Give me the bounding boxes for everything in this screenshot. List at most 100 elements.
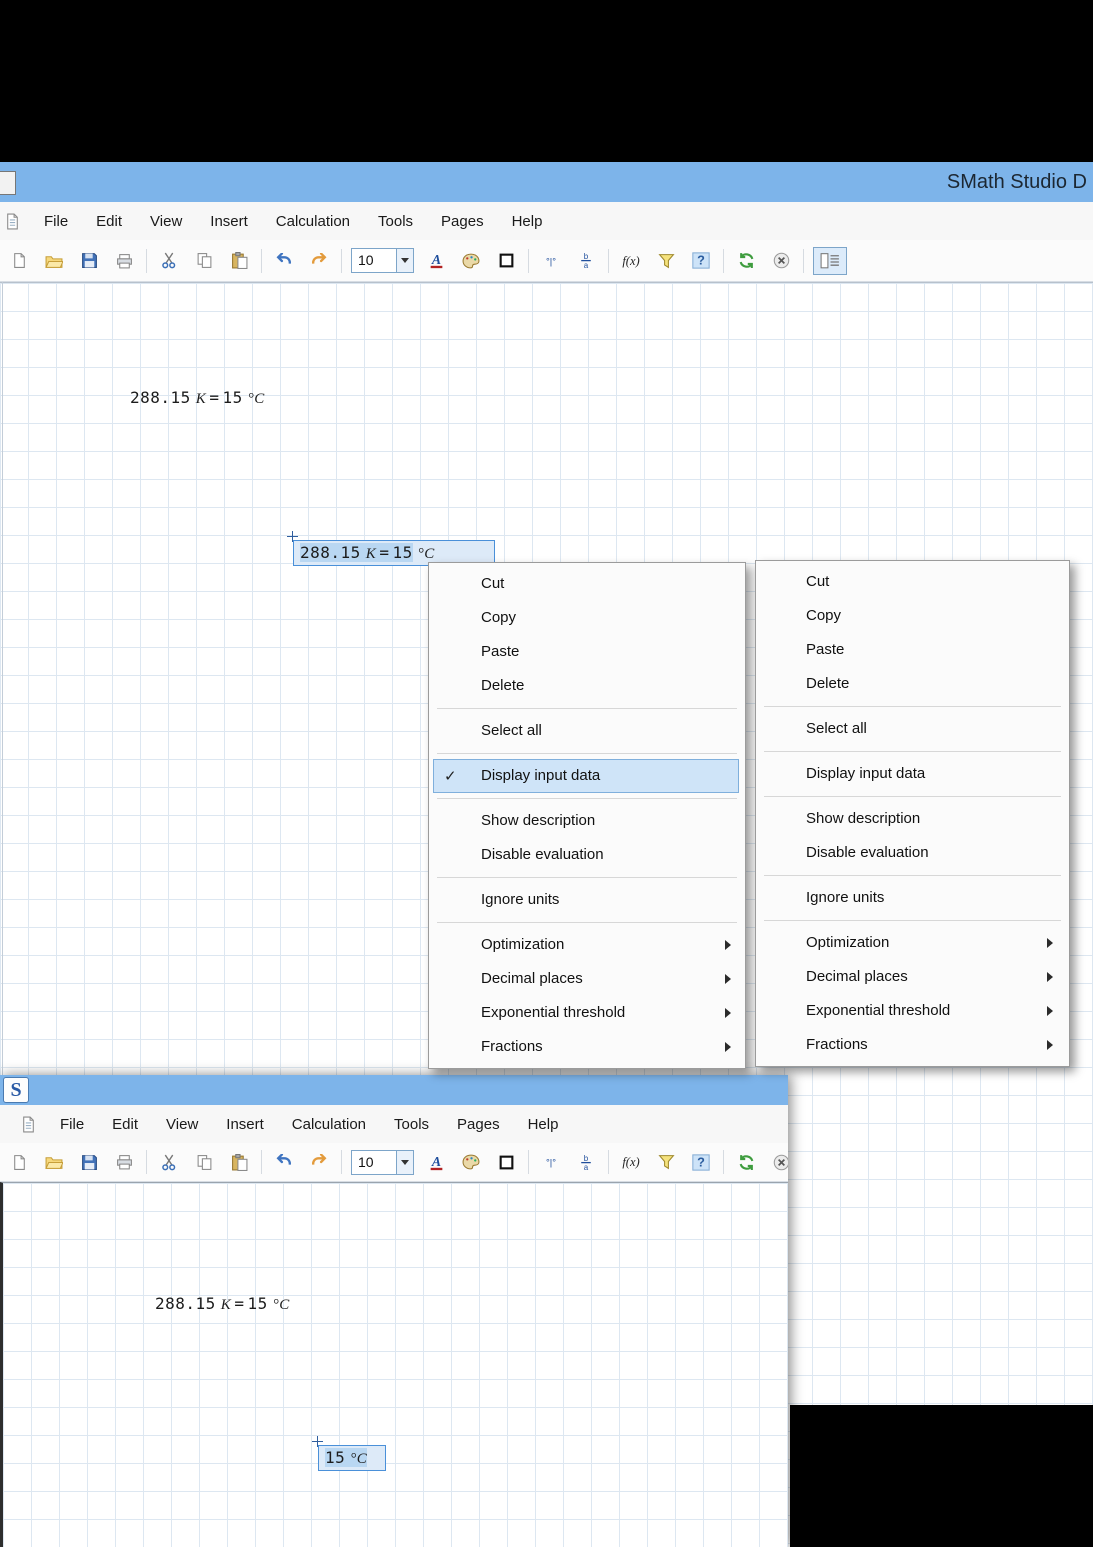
help-icon[interactable]: ? xyxy=(688,249,714,273)
units-icon[interactable]: °|° xyxy=(538,249,564,273)
menubar-item-tools[interactable]: Tools xyxy=(380,1116,443,1133)
menubar-item-file[interactable]: File xyxy=(30,213,82,230)
context-menu-item-paste[interactable]: Paste xyxy=(756,633,1069,667)
filter-icon[interactable] xyxy=(653,1150,679,1174)
context-menu-item-delete[interactable]: Delete xyxy=(756,667,1069,701)
menubar-item-edit[interactable]: Edit xyxy=(98,1116,152,1133)
paste-icon[interactable] xyxy=(226,1150,252,1174)
menubar-item-calculation[interactable]: Calculation xyxy=(262,213,364,230)
menubar-item-help[interactable]: Help xyxy=(514,1116,573,1133)
menubar-item-insert[interactable]: Insert xyxy=(196,213,262,230)
context-menu-item-exponential-threshold[interactable]: Exponential threshold xyxy=(756,994,1069,1028)
expression-result-unit: °C xyxy=(272,1297,290,1313)
copy-icon[interactable] xyxy=(191,1150,217,1174)
context-menu-item-fractions[interactable]: Fractions xyxy=(756,1028,1069,1062)
border-icon[interactable] xyxy=(493,249,519,273)
open-icon[interactable] xyxy=(41,249,67,273)
context-menu-item-show-description[interactable]: Show description xyxy=(429,804,745,838)
menubar-item-edit[interactable]: Edit xyxy=(82,213,136,230)
save-icon[interactable] xyxy=(76,249,102,273)
menubar-item-pages[interactable]: Pages xyxy=(443,1116,514,1133)
context-menu-item-select-all[interactable]: Select all xyxy=(429,714,745,748)
help-icon[interactable]: ? xyxy=(688,1150,714,1174)
redo-icon[interactable] xyxy=(306,1150,332,1174)
context-menu-item-delete[interactable]: Delete xyxy=(429,669,745,703)
cancel-icon[interactable] xyxy=(768,1150,788,1174)
fontcolor-icon[interactable]: A xyxy=(423,249,449,273)
filter-icon[interactable] xyxy=(653,249,679,273)
context-menu-item-copy[interactable]: Copy xyxy=(429,601,745,635)
font-size-value[interactable]: 10 xyxy=(351,248,397,273)
context-menu-item-optimization[interactable]: Optimization xyxy=(429,928,745,962)
secondary-window[interactable]: S File Edit View Insert Calculation Tools Page… xyxy=(0,1075,788,1547)
secondary-worksheet-canvas[interactable] xyxy=(0,1182,788,1547)
context-menu-item-label: Display input data xyxy=(481,767,601,784)
context-menu-item-paste[interactable]: Paste xyxy=(429,635,745,669)
menubar-item-insert[interactable]: Insert xyxy=(212,1116,278,1133)
fx-icon[interactable]: f(x) xyxy=(618,249,644,273)
context-menu-item-ignore-units[interactable]: Ignore units xyxy=(429,883,745,917)
context-menu-item-disable-evaluation[interactable]: Disable evaluation xyxy=(756,836,1069,870)
context-menu-item-fractions[interactable]: Fractions xyxy=(429,1030,745,1064)
secondary-window-titlebar[interactable]: S xyxy=(0,1075,788,1105)
checkmark-icon: ✓ xyxy=(444,767,457,785)
math-expression[interactable]: 288.15 K = 15 °C xyxy=(130,388,265,408)
refresh-icon[interactable] xyxy=(733,249,759,273)
new-icon[interactable] xyxy=(6,249,32,273)
menubar-item-tools[interactable]: Tools xyxy=(364,213,427,230)
border-icon[interactable] xyxy=(493,1150,519,1174)
font-size-value[interactable]: 10 xyxy=(351,1149,397,1175)
menubar-item-file[interactable]: File xyxy=(46,1116,98,1133)
context-menu-item-display-input-data[interactable]: Display input data xyxy=(756,757,1069,791)
context-menu-item-optimization[interactable]: Optimization xyxy=(756,926,1069,960)
font-size-combo[interactable]: 10 xyxy=(351,248,414,273)
paste-icon[interactable] xyxy=(226,249,252,273)
fraction-icon[interactable]: ba xyxy=(573,249,599,273)
context-menu-item-ignore-units[interactable]: Ignore units xyxy=(756,881,1069,915)
palette-icon[interactable] xyxy=(458,249,484,273)
context-menu-item-decimal-places[interactable]: Decimal places xyxy=(429,962,745,996)
units-icon[interactable]: °|° xyxy=(538,1150,564,1174)
fx-icon[interactable]: f(x) xyxy=(618,1150,644,1174)
cut-icon[interactable] xyxy=(156,249,182,273)
cancel-icon[interactable] xyxy=(768,249,794,273)
expression-value: 288.15 xyxy=(300,543,361,562)
context-menu-item-copy[interactable]: Copy xyxy=(756,599,1069,633)
undo-icon[interactable] xyxy=(271,1150,297,1174)
print-icon[interactable] xyxy=(111,249,137,273)
context-menu-item-select-all[interactable]: Select all xyxy=(756,712,1069,746)
font-size-combo[interactable]: 10 xyxy=(351,1149,414,1175)
menubar-item-pages[interactable]: Pages xyxy=(427,213,498,230)
main-window-titlebar[interactable]: SMath Studio D xyxy=(0,162,1093,202)
palette-icon[interactable] xyxy=(458,1150,484,1174)
selected-math-region[interactable]: 15 °C xyxy=(312,1436,386,1471)
cut-icon[interactable] xyxy=(156,1150,182,1174)
fraction-icon[interactable]: ba xyxy=(573,1150,599,1174)
context-menu-item-cut[interactable]: Cut xyxy=(429,567,745,601)
undo-icon[interactable] xyxy=(271,249,297,273)
menubar-item-help[interactable]: Help xyxy=(498,213,557,230)
fontcolor-icon[interactable]: A xyxy=(423,1150,449,1174)
save-icon[interactable] xyxy=(76,1150,102,1174)
open-icon[interactable] xyxy=(41,1150,67,1174)
context-menu-item-display-input-data[interactable]: ✓ Display input data xyxy=(433,759,739,793)
menubar-item-view[interactable]: View xyxy=(152,1116,212,1133)
context-menu-item-decimal-places[interactable]: Decimal places xyxy=(756,960,1069,994)
font-size-dropdown-button[interactable] xyxy=(397,1149,414,1175)
new-icon[interactable] xyxy=(6,1150,32,1174)
pagesetup-icon[interactable] xyxy=(813,246,847,275)
print-icon[interactable] xyxy=(111,1150,137,1174)
context-menu-item-exponential-threshold[interactable]: Exponential threshold xyxy=(429,996,745,1030)
context-menu-item-cut[interactable]: Cut xyxy=(756,565,1069,599)
context-menu-item-label: Exponential threshold xyxy=(481,1004,626,1021)
font-size-dropdown-button[interactable] xyxy=(397,248,414,273)
copy-icon[interactable] xyxy=(191,249,217,273)
context-menu-item-disable-evaluation[interactable]: Disable evaluation xyxy=(429,838,745,872)
refresh-icon[interactable] xyxy=(733,1150,759,1174)
menubar-item-view[interactable]: View xyxy=(136,213,196,230)
math-expression[interactable]: 288.15 K = 15 °C xyxy=(155,1294,290,1314)
redo-icon[interactable] xyxy=(306,249,332,273)
menubar-item-calculation[interactable]: Calculation xyxy=(278,1116,380,1133)
toolbar-separator xyxy=(341,248,342,273)
context-menu-item-show-description[interactable]: Show description xyxy=(756,802,1069,836)
